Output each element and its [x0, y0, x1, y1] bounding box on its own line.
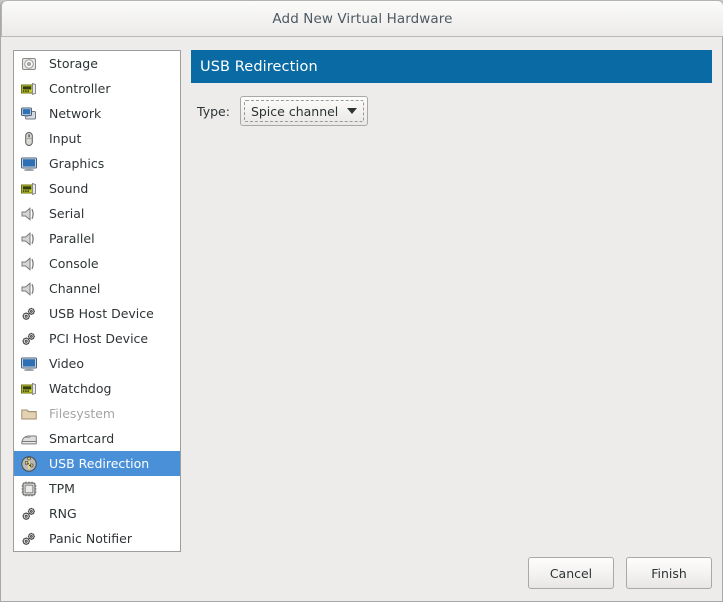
soundcard-icon	[20, 180, 38, 198]
mouse-icon	[20, 130, 38, 148]
usb-redir-icon	[20, 455, 38, 473]
sidebar-item-label: Watchdog	[49, 381, 112, 396]
sidebar-item-channel[interactable]: Channel	[14, 276, 180, 301]
sidebar-item-label: Filesystem	[49, 406, 116, 421]
sidebar-item-input[interactable]: Input	[14, 126, 180, 151]
sidebar-item-usb-redirection[interactable]: USB Redirection	[14, 451, 180, 476]
sidebar-item-tpm[interactable]: TPM	[14, 476, 180, 501]
controller-icon	[20, 80, 38, 98]
type-label: Type:	[197, 103, 230, 119]
sidebar-item-label: RNG	[49, 506, 77, 521]
sidebar-item-label: Storage	[49, 56, 98, 71]
display-icon	[20, 155, 38, 173]
sidebar-item-network[interactable]: Network	[14, 101, 180, 126]
watchdog-card-icon	[20, 380, 38, 398]
window-title: Add New Virtual Hardware	[272, 10, 453, 27]
finish-button[interactable]: Finish	[626, 557, 712, 589]
panic-gears-icon	[20, 530, 38, 548]
sidebar-item-pci-host-device[interactable]: PCI Host Device	[14, 326, 180, 351]
sidebar-item-label: Video	[49, 356, 85, 371]
sidebar-item-storage[interactable]: Storage	[14, 51, 180, 76]
sidebar-item-label: USB Host Device	[49, 306, 154, 321]
sidebar-item-controller[interactable]: Controller	[14, 76, 180, 101]
sidebar-item-label: Input	[49, 131, 82, 146]
sidebar-item-label: TPM	[49, 481, 75, 496]
sidebar-item-filesystem: Filesystem	[14, 401, 180, 426]
pci-host-gears-icon	[20, 330, 38, 348]
channel-icon	[20, 280, 38, 298]
parallel-port-icon	[20, 230, 38, 248]
sidebar-item-label: Graphics	[49, 156, 105, 171]
chip-icon	[20, 480, 38, 498]
sidebar-item-smartcard[interactable]: Smartcard	[14, 426, 180, 451]
chevron-down-icon	[347, 108, 358, 114]
network-icon	[20, 105, 38, 123]
sidebar-item-label: Smartcard	[49, 431, 115, 446]
sidebar-item-label: USB Redirection	[49, 456, 150, 471]
panel-header: USB Redirection	[191, 50, 712, 83]
sidebar-item-graphics[interactable]: Graphics	[14, 151, 180, 176]
usb-host-gears-icon	[20, 305, 38, 323]
type-row: Type: Spice channel	[197, 96, 369, 126]
add-hardware-dialog: Add New Virtual Hardware Storage Controll…	[0, 0, 723, 602]
cancel-button[interactable]: Cancel	[528, 557, 614, 589]
sidebar-item-label: Controller	[49, 81, 111, 96]
sidebar-item-label: Console	[49, 256, 99, 271]
sidebar-item-watchdog[interactable]: Watchdog	[14, 376, 180, 401]
sidebar-item-label: Panic Notifier	[49, 531, 132, 546]
sidebar-item-parallel[interactable]: Parallel	[14, 226, 180, 251]
console-icon	[20, 255, 38, 273]
sidebar-item-label: Serial	[49, 206, 85, 221]
storage-icon	[20, 55, 38, 73]
sidebar-item-serial[interactable]: Serial	[14, 201, 180, 226]
sidebar-item-label: Sound	[49, 181, 89, 196]
folder-icon	[20, 405, 38, 423]
title-bar: Add New Virtual Hardware	[1, 0, 723, 37]
sidebar-item-console[interactable]: Console	[14, 251, 180, 276]
sidebar-item-label: Channel	[49, 281, 101, 296]
sidebar-item-panic-notifier[interactable]: Panic Notifier	[14, 526, 180, 551]
serial-port-icon	[20, 205, 38, 223]
sidebar-item-label: PCI Host Device	[49, 331, 149, 346]
type-select-value: Spice channel	[250, 103, 339, 119]
hardware-category-list[interactable]: Storage Controller Network Input Graphics Sou…	[13, 50, 181, 552]
sidebar-item-video[interactable]: Video	[14, 351, 180, 376]
type-select[interactable]: Spice channel	[239, 96, 369, 126]
sidebar-item-label: Parallel	[49, 231, 95, 246]
sidebar-item-sound[interactable]: Sound	[14, 176, 180, 201]
rng-gears-icon	[20, 505, 38, 523]
sidebar-item-label: Network	[49, 106, 102, 121]
video-monitor-icon	[20, 355, 38, 373]
sidebar-item-rng[interactable]: RNG	[14, 501, 180, 526]
smartcard-icon	[20, 430, 38, 448]
panel-title: USB Redirection	[200, 58, 318, 75]
sidebar-item-usb-host-device[interactable]: USB Host Device	[14, 301, 180, 326]
